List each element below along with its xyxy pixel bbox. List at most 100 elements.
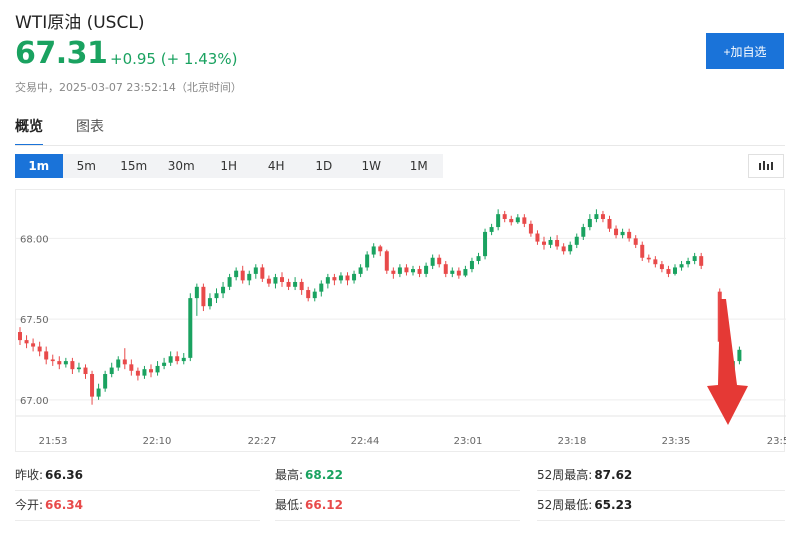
period-1m[interactable]: 1m bbox=[15, 154, 63, 178]
candle-body bbox=[489, 227, 494, 232]
period-1d[interactable]: 1D bbox=[300, 154, 348, 178]
candle-body bbox=[221, 286, 226, 294]
stats-row-1: 昨收: 66.36 最高: 68.22 52周最高: 87.62 bbox=[15, 462, 785, 492]
candle-body bbox=[260, 267, 265, 279]
candle-body bbox=[266, 278, 271, 284]
candle-body bbox=[24, 340, 29, 344]
stat-low: 最低: 66.12 bbox=[275, 498, 344, 512]
stats-panel: 昨收: 66.36 最高: 68.22 52周最高: 87.62 今开: 66.34 最… bbox=[15, 462, 785, 522]
candle-body bbox=[129, 364, 134, 371]
candle-body bbox=[135, 370, 140, 376]
period-1w[interactable]: 1W bbox=[347, 154, 395, 178]
period-4h[interactable]: 4H bbox=[252, 154, 300, 178]
candle-body bbox=[70, 361, 75, 370]
period-15m[interactable]: 15m bbox=[110, 154, 158, 178]
candle-body bbox=[620, 231, 625, 236]
candle-body bbox=[627, 231, 632, 239]
candle-body bbox=[456, 270, 461, 276]
candle-body bbox=[614, 228, 619, 236]
candle-body bbox=[430, 257, 435, 266]
divider bbox=[275, 490, 520, 491]
y-tick-label: 67.00 bbox=[20, 396, 49, 407]
divider bbox=[15, 520, 260, 521]
tab-overview[interactable]: 概览 bbox=[15, 116, 43, 146]
candle-body bbox=[561, 246, 566, 252]
candle-body bbox=[594, 214, 599, 219]
candle-body bbox=[391, 270, 396, 274]
x-tick-label: 23:18 bbox=[558, 436, 587, 447]
candle-body bbox=[535, 233, 540, 242]
candle-body bbox=[240, 270, 245, 281]
candle-body bbox=[437, 257, 442, 265]
stat-52w-low: 52周最低: 65.23 bbox=[537, 498, 633, 512]
candle-body bbox=[574, 236, 579, 245]
candle-body bbox=[365, 254, 370, 268]
candle-body bbox=[522, 217, 527, 224]
candle-body bbox=[319, 283, 324, 292]
candle-body bbox=[234, 270, 239, 278]
candle-body bbox=[338, 275, 343, 281]
y-tick-label: 68.00 bbox=[20, 234, 49, 245]
stat-52w-high: 52周最高: 87.62 bbox=[537, 468, 633, 482]
candle-body bbox=[306, 290, 311, 299]
candle-body bbox=[57, 361, 62, 365]
candle-body bbox=[31, 343, 36, 347]
x-tick-label: 22:10 bbox=[143, 436, 172, 447]
candle-body bbox=[37, 346, 42, 352]
candle-body bbox=[122, 359, 127, 365]
down-arrow-icon bbox=[707, 299, 748, 425]
candle-body bbox=[483, 231, 488, 257]
candle-body bbox=[201, 286, 206, 307]
candle-body bbox=[332, 277, 337, 281]
candle-body bbox=[175, 356, 180, 362]
candle-body bbox=[83, 367, 88, 375]
candle-body bbox=[90, 374, 95, 397]
candle-body bbox=[280, 277, 284, 282]
candle-body bbox=[417, 269, 422, 274]
chart-type-button[interactable] bbox=[748, 154, 784, 178]
candle-body bbox=[168, 356, 173, 363]
candle-body bbox=[325, 277, 330, 284]
candle-body bbox=[247, 273, 252, 281]
period-selector: 1m 5m 15m 30m 1H 4H 1D 1W 1M bbox=[15, 154, 443, 178]
candle-body bbox=[404, 267, 409, 273]
candle-body bbox=[96, 388, 101, 397]
tab-chart[interactable]: 图表 bbox=[76, 116, 104, 146]
candle-body bbox=[469, 260, 474, 270]
candle-body bbox=[253, 267, 258, 274]
candle-body bbox=[528, 223, 533, 234]
candlestick-chart: 68.00 67.50 67.00 21:53 22:10 22:27 22:44 23:01… bbox=[16, 209, 786, 447]
x-tick-label: 23:01 bbox=[454, 436, 483, 447]
candle-body bbox=[581, 227, 586, 237]
tab-bar: 概览 图表 bbox=[15, 116, 137, 146]
candle-body bbox=[476, 256, 481, 261]
period-5m[interactable]: 5m bbox=[62, 154, 110, 178]
period-30m[interactable]: 30m bbox=[157, 154, 205, 178]
x-tick-label: 21:53 bbox=[39, 436, 68, 447]
period-1h[interactable]: 1H bbox=[205, 154, 253, 178]
candle-body bbox=[692, 256, 697, 261]
candle-body bbox=[548, 239, 553, 245]
candle-body bbox=[397, 267, 402, 274]
candle-body bbox=[659, 264, 664, 270]
price-chart[interactable]: 68.00 67.50 67.00 21:53 22:10 22:27 22:44 23:01… bbox=[15, 189, 786, 452]
candle-body bbox=[207, 298, 212, 307]
candle-body bbox=[286, 281, 291, 287]
candle-body bbox=[424, 265, 429, 274]
x-tick-label: 22:27 bbox=[248, 436, 277, 447]
candle-body bbox=[352, 273, 357, 281]
candle-body bbox=[568, 244, 573, 252]
candle-body bbox=[116, 359, 121, 368]
last-price: 67.31 bbox=[15, 36, 108, 71]
add-watchlist-button[interactable]: +加自选 bbox=[706, 33, 784, 69]
candle-body bbox=[227, 277, 232, 287]
stat-prev-close: 昨收: 66.36 bbox=[15, 468, 84, 482]
divider bbox=[275, 520, 520, 521]
candle-body bbox=[450, 270, 455, 274]
candle-body bbox=[633, 238, 638, 245]
candlestick-icon bbox=[759, 161, 773, 170]
candle-body bbox=[371, 246, 376, 255]
period-1mo[interactable]: 1M bbox=[395, 154, 443, 178]
candle-body bbox=[299, 281, 304, 291]
candle-body bbox=[666, 269, 671, 274]
